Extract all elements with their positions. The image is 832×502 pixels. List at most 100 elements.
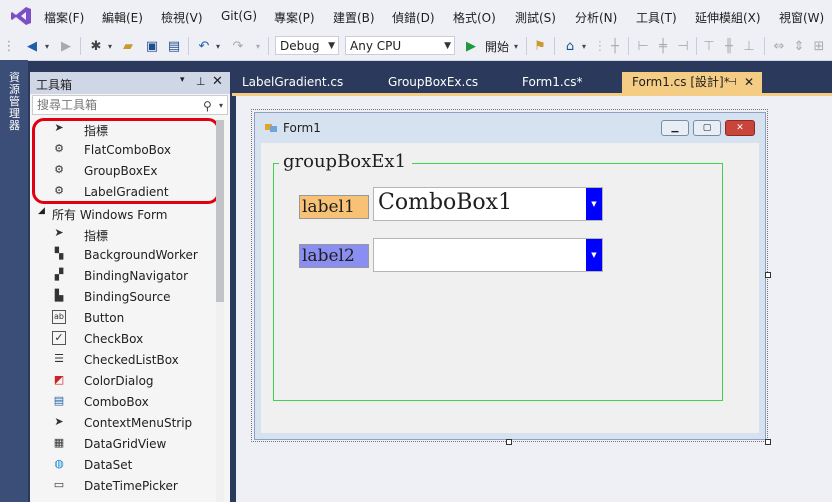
make-same-size-icon[interactable]: ⊞ <box>812 37 826 55</box>
open-folder-icon[interactable]: ▰ <box>120 37 136 55</box>
align-rights-icon[interactable]: ⊣ <box>676 37 690 55</box>
close-icon[interactable]: ✕ <box>212 74 223 89</box>
tab-groupboxex-cs[interactable]: GroupBoxEx.cs <box>378 72 512 93</box>
toolbox-search-input[interactable]: 搜尋工具箱 ⚲ ▾ <box>32 95 228 115</box>
label2[interactable]: label2 <box>299 244 369 268</box>
menu-project[interactable]: 專案(P) <box>274 9 315 26</box>
search-icon[interactable]: ⚲ <box>203 97 212 115</box>
minimize-button[interactable]: ▁ <box>661 120 689 136</box>
align-tops-icon[interactable]: ⊤ <box>702 37 716 55</box>
combobox1[interactable]: ComboBox1 ▼ <box>373 187 603 221</box>
menu-analyze[interactable]: 分析(N) <box>575 9 617 26</box>
datetimepicker-icon: ▭ <box>53 478 65 491</box>
toolbox-item[interactable]: ➤ 指標 <box>30 223 215 244</box>
toolbox-item[interactable]: ▞ BindingNavigator <box>30 265 215 286</box>
toolbox-item[interactable]: ▦ DataGridView <box>30 433 215 454</box>
make-same-height-icon[interactable]: ⇕ <box>792 37 806 55</box>
start-button[interactable]: 開始 <box>482 37 512 55</box>
button-icon: ab <box>52 310 66 324</box>
toolbox-scrollbar-thumb[interactable] <box>216 120 224 302</box>
forward-icon[interactable]: ▶ <box>58 37 74 55</box>
menu-git[interactable]: Git(G) <box>221 9 257 23</box>
toolbox-item[interactable]: ▚ BackgroundWorker <box>30 244 215 265</box>
align-lefts-icon[interactable]: ⊢ <box>636 37 650 55</box>
form-client-area[interactable]: groupBoxEx1 label1 ComboBox1 ▼ label2 ▼ <box>261 143 759 433</box>
configuration-select[interactable]: Debug ▼ <box>275 36 339 55</box>
pin-icon[interactable]: ⊥ <box>196 75 206 88</box>
tab-form1-cs[interactable]: Form1.cs* <box>512 72 622 93</box>
menu-extensions[interactable]: 延伸模組(X) <box>695 9 761 26</box>
toolbox-section-header[interactable]: ◢ 所有 Windows Form <box>30 202 215 223</box>
contextmenustrip-icon: ➤ <box>54 415 64 428</box>
combobox2[interactable]: ▼ <box>373 238 603 272</box>
toolbox-item-label: BackgroundWorker <box>84 248 198 262</box>
collapse-arrow-icon[interactable]: ◢ <box>38 206 45 216</box>
tab-label: GroupBoxEx.cs <box>388 75 479 89</box>
menu-edit[interactable]: 編輯(E) <box>102 9 143 26</box>
platform-value: Any CPU <box>350 39 402 53</box>
combobox-icon: ▤ <box>53 394 65 407</box>
redo-dropdown-icon[interactable]: ▾ <box>254 37 262 55</box>
visual-studio-logo-icon <box>11 7 31 25</box>
server-explorer-tab[interactable]: 資源管理器 <box>9 72 21 132</box>
menu-tools[interactable]: 工具(T) <box>636 9 677 26</box>
toolbox-item[interactable]: ab Button <box>30 307 215 328</box>
search-dropdown-icon[interactable]: ▾ <box>219 97 223 115</box>
close-icon[interactable]: ✕ <box>744 72 754 93</box>
back-dropdown-icon[interactable]: ▾ <box>42 37 52 55</box>
red-highlight-annotation <box>32 118 220 204</box>
toolbox-item[interactable]: ▤ ComboBox <box>30 391 215 412</box>
start-icon[interactable]: ▶ <box>464 37 478 55</box>
menu-window[interactable]: 視窗(W) <box>779 9 824 26</box>
menu-format[interactable]: 格式(O) <box>453 9 496 26</box>
toolbox-item[interactable]: ◩ ColorDialog <box>30 370 215 391</box>
tab-labelgradient-cs[interactable]: LabelGradient.cs <box>232 72 378 93</box>
close-button[interactable]: ✕ <box>725 120 755 136</box>
save-icon[interactable]: ▣ <box>144 37 160 55</box>
menu-debug[interactable]: 偵錯(D) <box>392 9 435 26</box>
redo-icon[interactable]: ↷ <box>230 37 246 55</box>
layout-icon[interactable]: ⌂ <box>562 37 578 55</box>
toolbox-item[interactable]: ✓ CheckBox <box>30 328 215 349</box>
toolbox-item[interactable]: ▭ DateTimePicker <box>30 475 215 496</box>
dropdown-arrow-icon[interactable]: ▼ <box>586 188 602 220</box>
toolbox-item[interactable]: ◍ DataSet <box>30 454 215 475</box>
make-same-width-icon[interactable]: ⇔ <box>772 37 786 55</box>
menu-view[interactable]: 檢視(V) <box>161 9 203 26</box>
align-bottoms-icon[interactable]: ⊥ <box>742 37 756 55</box>
browser-link-icon[interactable]: ⚑ <box>532 37 548 55</box>
toolbox-item[interactable]: ☰ CheckedListBox <box>30 349 215 370</box>
undo-dropdown-icon[interactable]: ▾ <box>214 37 222 55</box>
new-dropdown-icon[interactable]: ▾ <box>106 37 114 55</box>
start-dropdown-icon[interactable]: ▾ <box>512 37 520 55</box>
platform-select[interactable]: Any CPU ▼ <box>345 36 455 55</box>
align-to-grid-icon[interactable]: ┼ <box>608 37 622 55</box>
dropdown-arrow-icon[interactable]: ▼ <box>586 239 602 271</box>
resize-handle-bottom[interactable] <box>506 439 512 445</box>
maximize-button[interactable]: ▢ <box>693 120 721 136</box>
align-centers-icon[interactable]: ╪ <box>656 37 670 55</box>
toolbox-item-label: DateTimePicker <box>84 479 178 493</box>
layout-dropdown-icon[interactable]: ▾ <box>580 37 588 55</box>
toolbox-item-label: DataGridView <box>84 437 167 451</box>
resize-handle-corner[interactable] <box>765 439 771 445</box>
menu-file[interactable]: 檔案(F) <box>44 9 84 26</box>
align-middles-icon[interactable]: ╫ <box>722 37 736 55</box>
menu-test[interactable]: 測試(S) <box>515 9 556 26</box>
toolbar: ⋮ ◀ ▾ ▶ ✱ ▾ ▰ ▣ ▤ ↶ ▾ ↷ ▾ Debug ▼ Any CPU… <box>0 32 832 61</box>
form1-window[interactable]: Form1 ▁ ▢ ✕ groupBoxEx1 label1 ComboBox1… <box>254 112 766 440</box>
menu-bar: 檔案(F) 編輯(E) 檢視(V) Git(G) 專案(P) 建置(B) 偵錯(… <box>0 0 832 32</box>
panel-menu-icon[interactable]: ▾ <box>180 75 185 85</box>
pin-icon[interactable]: ⊣ <box>728 72 737 93</box>
menu-build[interactable]: 建置(B) <box>333 9 375 26</box>
new-project-icon[interactable]: ✱ <box>88 37 104 55</box>
back-icon[interactable]: ◀ <box>24 37 40 55</box>
resize-handle-right[interactable] <box>765 272 771 278</box>
toolbox-item[interactable]: ➤ ContextMenuStrip <box>30 412 215 433</box>
save-all-icon[interactable]: ▤ <box>166 37 182 55</box>
label1[interactable]: label1 <box>299 195 369 219</box>
toolbox-item[interactable]: ▙ BindingSource <box>30 286 215 307</box>
undo-icon[interactable]: ↶ <box>196 37 212 55</box>
toolbox-item-label: DataSet <box>84 458 133 472</box>
tab-form1-designer[interactable]: Form1.cs [設計]* ⊣ ✕ <box>622 72 762 93</box>
